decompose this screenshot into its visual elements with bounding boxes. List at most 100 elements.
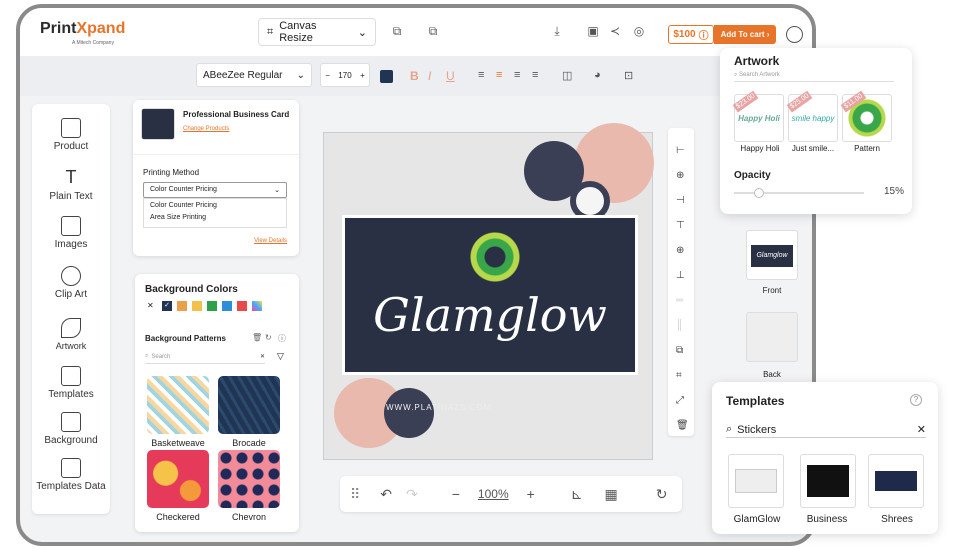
align-center-h-icon[interactable]: ⊕: [676, 163, 689, 188]
reset-icon[interactable]: ↻: [656, 486, 668, 503]
artwork-panel: Artwork ⌕ Search Artwork $23.00 Happy Hol…: [720, 48, 912, 214]
duplicate-icon[interactable]: ⧉: [676, 338, 689, 363]
pattern-basketweave[interactable]: [147, 376, 209, 434]
preview-icon[interactable]: ◎: [630, 22, 648, 40]
design-canvas[interactable]: Glamglow WWW.PLATINAZS.COM: [323, 123, 654, 460]
color-swatch-orange[interactable]: [177, 301, 187, 311]
back-side-thumb[interactable]: [746, 312, 798, 362]
artwork-title: Artwork: [734, 54, 780, 68]
sidebar-item-artwork[interactable]: Artwork: [32, 318, 110, 351]
option-area-size[interactable]: Area Size Printing: [144, 212, 286, 223]
sidebar-item-images[interactable]: Images: [32, 216, 110, 250]
printing-method-select[interactable]: Color Counter Pricing ⌄: [143, 182, 287, 198]
delete-icon[interactable]: 🗑: [676, 413, 689, 438]
color-swatch-green[interactable]: [207, 301, 217, 311]
undo-icon[interactable]: ↶: [380, 486, 392, 503]
zoom-out-icon[interactable]: −: [452, 486, 460, 502]
distribute-h-icon[interactable]: ═: [676, 288, 689, 313]
artwork-item[interactable]: $11.00: [840, 90, 892, 142]
template-glamglow[interactable]: [728, 454, 784, 508]
underline-icon[interactable]: U: [446, 69, 455, 83]
share-icon[interactable]: ≺: [606, 22, 624, 40]
grid-icon[interactable]: ▦: [605, 486, 618, 503]
help-icon[interactable]: ?: [910, 394, 922, 406]
align-left-icon[interactable]: ≡: [478, 69, 484, 81]
sidebar-item-product[interactable]: Product: [32, 118, 110, 152]
align-bottom-icon[interactable]: ⊥: [676, 263, 689, 288]
template-search-input[interactable]: ⌕ Stickers ✕: [726, 422, 926, 438]
card-title[interactable]: Glamglow: [345, 288, 635, 342]
refresh-icon[interactable]: ↻: [265, 333, 272, 342]
pattern-brocade[interactable]: [218, 376, 280, 434]
artwork-item[interactable]: $25.00 smile happy: [786, 90, 838, 142]
minus-icon[interactable]: −: [325, 71, 330, 80]
clear-icon[interactable]: ✕: [260, 353, 265, 360]
change-products-link[interactable]: Change Products: [183, 126, 229, 132]
info-icon[interactable]: ⓘ: [278, 333, 286, 344]
template-shrees[interactable]: [868, 454, 924, 508]
ruler-icon[interactable]: ⊾: [571, 486, 583, 503]
bold-icon[interactable]: B: [410, 69, 419, 83]
font-size-stepper[interactable]: −170 +: [320, 63, 370, 87]
clear-icon[interactable]: ✕: [917, 423, 926, 436]
distribute-v-icon[interactable]: ║: [676, 313, 689, 338]
card-website[interactable]: WWW.PLATINAZS.COM: [386, 403, 491, 412]
text-shape-icon[interactable]: ◫: [562, 69, 572, 82]
template-preview: [875, 471, 917, 491]
artwork-search[interactable]: ⌕ Search Artwork: [734, 72, 894, 82]
layers-icon[interactable]: ⧉: [424, 22, 442, 40]
slider-handle[interactable]: [754, 188, 764, 198]
zoom-level[interactable]: 100%: [478, 487, 509, 501]
align-left-icon[interactable]: ⊢: [676, 138, 689, 163]
pattern-search[interactable]: ⌕ Search ✕: [145, 350, 265, 364]
alignment-icons: ⊢ ⊕ ⊣ ⊤ ⊕ ⊥ ═ ║ ⧉ ⌗ ⤢ 🗑: [676, 138, 689, 438]
artwork-label: Just smile...: [791, 144, 835, 153]
zoom-in-icon[interactable]: +: [527, 486, 535, 502]
view-details-link[interactable]: View Details: [254, 238, 287, 244]
download-icon[interactable]: ⤓: [548, 22, 566, 40]
align-middle-icon[interactable]: ⊕: [676, 238, 689, 263]
duplicate-icon[interactable]: ⧉: [388, 22, 406, 40]
save-icon[interactable]: ▣: [584, 22, 602, 40]
text-color-swatch[interactable]: [380, 70, 393, 83]
italic-icon[interactable]: I: [428, 69, 431, 83]
justify-icon[interactable]: ≡: [532, 69, 538, 81]
sidebar-item-templates-data[interactable]: Templates Data: [32, 458, 110, 492]
crop-icon[interactable]: ⌗: [676, 363, 689, 388]
sidebar-item-plain-text[interactable]: T Plain Text: [32, 168, 110, 202]
add-to-cart-button[interactable]: Add To cart ›: [714, 25, 776, 44]
color-palette-icon[interactable]: ◕: [594, 69, 601, 81]
align-top-icon[interactable]: ⊤: [676, 213, 689, 238]
sidebar-item-clip-art[interactable]: Clip Art: [32, 266, 110, 300]
effects-icon[interactable]: ⊡: [624, 69, 633, 82]
artwork-item[interactable]: $23.00 Happy Holi: [732, 90, 784, 142]
canvas-resize-dropdown[interactable]: ⌗ Canvas Resize ⌄: [258, 18, 376, 46]
redo-icon[interactable]: ↷: [406, 486, 418, 503]
color-swatch-yellow[interactable]: [192, 301, 202, 311]
align-right-icon[interactable]: ≡: [514, 69, 520, 81]
business-card-front[interactable]: Glamglow: [342, 215, 638, 375]
color-swatch-navy[interactable]: ✓: [162, 301, 172, 311]
font-family-select[interactable]: ABeeZee Regular ⌄: [196, 63, 312, 87]
sidebar-item-background[interactable]: Background: [32, 412, 110, 446]
color-swatch-blue[interactable]: [222, 301, 232, 311]
color-swatch-red[interactable]: [237, 301, 247, 311]
align-center-icon[interactable]: ≡: [496, 69, 502, 81]
pattern-chevron[interactable]: [218, 450, 280, 508]
align-right-icon[interactable]: ⊣: [676, 188, 689, 213]
resize-icon[interactable]: ⤢: [676, 388, 689, 413]
opacity-slider[interactable]: [734, 188, 864, 198]
option-color-counter[interactable]: Color Counter Pricing: [144, 199, 286, 212]
logo: PrintXpand: [40, 20, 126, 37]
plus-icon[interactable]: +: [360, 71, 365, 80]
filter-icon[interactable]: ▽: [277, 351, 284, 362]
sidebar-item-templates[interactable]: Templates: [32, 366, 110, 400]
pattern-checkered[interactable]: [147, 450, 209, 508]
color-picker-swatch[interactable]: [252, 301, 262, 311]
user-icon[interactable]: [786, 26, 803, 43]
trash-icon[interactable]: 🗑: [252, 333, 262, 342]
front-side-thumb[interactable]: Glamglow: [746, 230, 798, 280]
template-business[interactable]: [800, 454, 856, 508]
no-color-swatch[interactable]: ✕: [147, 301, 157, 311]
drag-handle-icon[interactable]: ⠿: [350, 486, 360, 503]
